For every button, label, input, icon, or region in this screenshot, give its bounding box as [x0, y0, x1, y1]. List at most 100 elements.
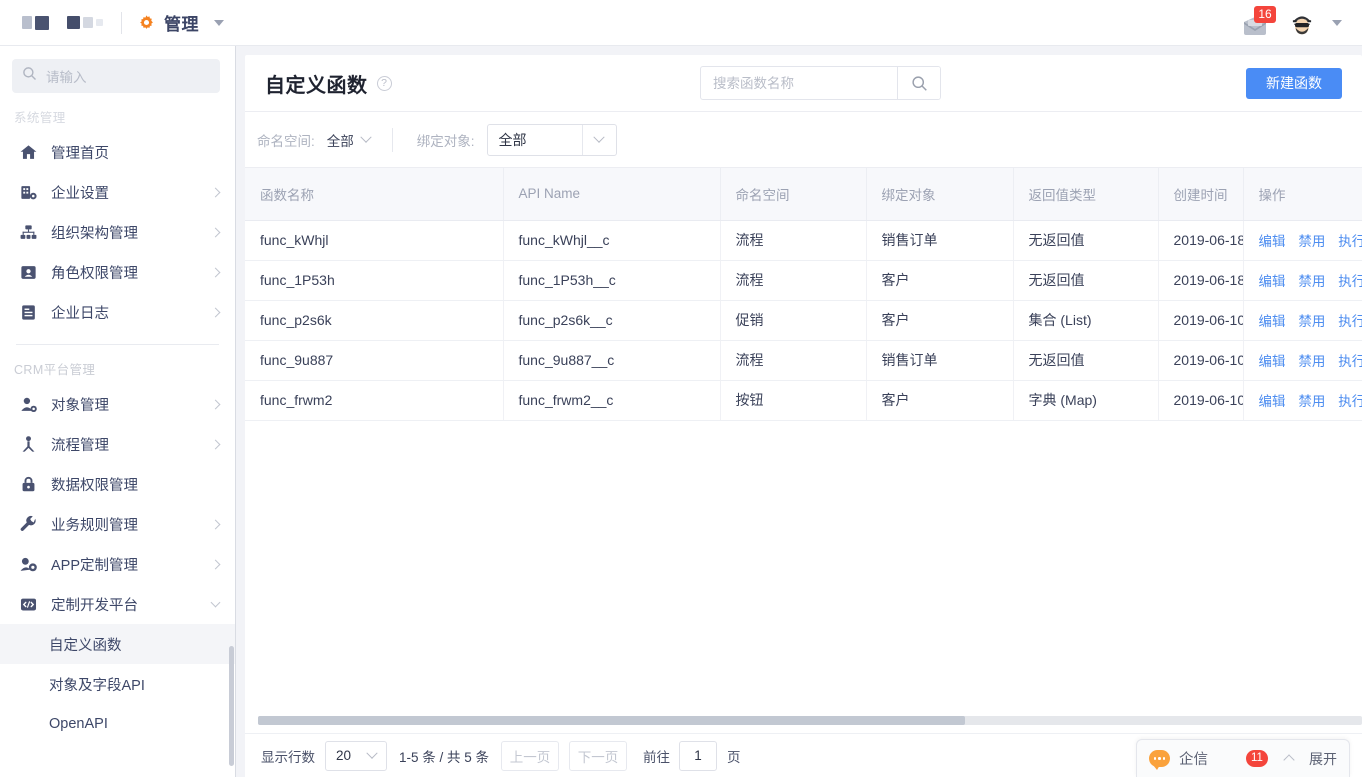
- sidebar-subitem-label: 自定义函数: [49, 637, 122, 654]
- sidebar-item-role-permission[interactable]: 角色权限管理: [0, 252, 235, 292]
- cell-return-type: 集合 (List): [1013, 300, 1159, 341]
- sidebar-search[interactable]: 请输入: [12, 59, 220, 93]
- sidebar-item-admin-home[interactable]: 管理首页: [0, 132, 235, 172]
- table-row[interactable]: func_1P53h func_1P53h__c 流程 客户 无返回值 2019…: [245, 260, 1362, 301]
- chevron-down-icon[interactable]: [1332, 19, 1342, 26]
- sidebar-item-label: 定制开发平台: [51, 597, 138, 614]
- sidebar-item-label: 企业日志: [51, 305, 109, 322]
- function-search[interactable]: [700, 66, 941, 100]
- edit-link[interactable]: 编辑: [1259, 354, 1286, 369]
- disable-link[interactable]: 禁用: [1298, 314, 1325, 329]
- chat-bubble-icon: [1149, 750, 1170, 770]
- sidebar-item-object-field-api[interactable]: 对象及字段API: [0, 664, 235, 704]
- flow-person-icon: [19, 435, 38, 454]
- sidebar-item-label: 业务规则管理: [51, 517, 138, 534]
- execution-list-link[interactable]: 执行列表: [1338, 394, 1362, 409]
- column-header-namespace[interactable]: 命名空间: [720, 168, 867, 221]
- sidebar-item-enterprise-log[interactable]: 企业日志: [0, 292, 235, 332]
- execution-list-link[interactable]: 执行列表: [1338, 234, 1362, 249]
- sidebar-scrollbar[interactable]: [229, 646, 234, 766]
- column-header-return-type[interactable]: 返回值类型: [1013, 168, 1159, 221]
- disable-link[interactable]: 禁用: [1298, 394, 1325, 409]
- edit-link[interactable]: 编辑: [1259, 234, 1286, 249]
- main-content: 自定义函数 ? 新建函数 命名空间: 全部: [236, 46, 1362, 777]
- column-header-operations[interactable]: 操作: [1243, 168, 1362, 221]
- company-logo-redacted: [22, 13, 103, 33]
- next-page-button[interactable]: 下一页: [569, 740, 628, 771]
- chat-expand-label[interactable]: 展开: [1309, 749, 1337, 769]
- sidebar-item-custom-dev-platform[interactable]: 定制开发平台: [0, 584, 235, 624]
- disable-link[interactable]: 禁用: [1298, 274, 1325, 289]
- cell-bind-object: 客户: [866, 260, 1014, 301]
- column-header-api[interactable]: API Name: [503, 168, 721, 221]
- filter-bind-object-dropdown[interactable]: 全部: [486, 123, 617, 156]
- edit-link[interactable]: 编辑: [1259, 274, 1286, 289]
- prev-page-button[interactable]: 上一页: [501, 740, 560, 771]
- cell-namespace: 促销: [720, 300, 867, 341]
- notification-badge: 16: [1254, 5, 1276, 23]
- search-input[interactable]: [701, 67, 897, 99]
- column-header-name[interactable]: 函数名称: [245, 168, 504, 221]
- edit-link[interactable]: 编辑: [1259, 314, 1286, 329]
- wrench-icon: [19, 515, 38, 534]
- notification-button[interactable]: 16: [1240, 5, 1276, 38]
- filter-bar: 命名空间: 全部 绑定对象: 全部: [245, 112, 1362, 168]
- cell-return-type: 无返回值: [1013, 220, 1159, 261]
- sidebar-item-data-permission[interactable]: 数据权限管理: [0, 464, 235, 504]
- edit-link[interactable]: 编辑: [1259, 394, 1286, 409]
- cell-created: 2019-06-10 1: [1158, 340, 1244, 381]
- execution-list-link[interactable]: 执行列表: [1338, 354, 1362, 369]
- cell-created: 2019-06-10 1: [1158, 300, 1244, 341]
- sidebar-item-custom-function[interactable]: 自定义函数: [0, 624, 235, 664]
- cell-created: 2019-06-18 2: [1158, 260, 1244, 301]
- chevron-down-icon: [366, 747, 378, 759]
- new-function-button[interactable]: 新建函数: [1246, 67, 1342, 99]
- lock-icon: [19, 475, 38, 494]
- search-button[interactable]: [897, 67, 940, 99]
- admin-menu[interactable]: 管理: [138, 10, 224, 35]
- chevron-down-icon[interactable]: [214, 19, 224, 26]
- sidebar-item-openapi[interactable]: OpenAPI: [0, 704, 235, 744]
- table-row[interactable]: func_kWhjl func_kWhjl__c 流程 销售订单 无返回值 20…: [245, 220, 1362, 261]
- cell-namespace: 按钮: [720, 380, 867, 421]
- disable-link[interactable]: 禁用: [1298, 354, 1325, 369]
- sidebar-item-object-management[interactable]: 对象管理: [0, 384, 235, 424]
- rows-per-page-select[interactable]: 20: [325, 740, 387, 771]
- cell-bind-object: 客户: [866, 300, 1014, 341]
- disable-link[interactable]: 禁用: [1298, 234, 1325, 249]
- table-row[interactable]: func_p2s6k func_p2s6k__c 促销 客户 集合 (List)…: [245, 300, 1362, 341]
- column-header-bind-object[interactable]: 绑定对象: [866, 168, 1014, 221]
- sidebar-item-org-structure[interactable]: 组织架构管理: [0, 212, 235, 252]
- sidebar-item-flow-management[interactable]: 流程管理: [0, 424, 235, 464]
- table-row[interactable]: func_9u887 func_9u887__c 流程 销售订单 无返回值 20…: [245, 340, 1362, 381]
- sidebar-item-business-rules[interactable]: 业务规则管理: [0, 504, 235, 544]
- filter-namespace-dropdown[interactable]: 全部: [327, 130, 372, 150]
- sidebar-item-app-customization[interactable]: APP定制管理: [0, 544, 235, 584]
- chat-title: 企信: [1179, 752, 1208, 768]
- column-header-created[interactable]: 创建时间: [1158, 168, 1244, 221]
- cell-api: func_9u887__c: [503, 340, 721, 381]
- table-horizontal-scrollbar[interactable]: [258, 716, 1362, 725]
- cell-bind-object: 销售订单: [866, 340, 1014, 381]
- sidebar-item-enterprise-settings[interactable]: 企业设置: [0, 172, 235, 212]
- chevron-up-icon[interactable]: [1283, 754, 1295, 766]
- chat-widget[interactable]: 企信 11 展开: [1136, 739, 1350, 777]
- table-row[interactable]: func_frwm2 func_frwm2__c 按钮 客户 字典 (Map) …: [245, 380, 1362, 421]
- execution-list-link[interactable]: 执行列表: [1338, 274, 1362, 289]
- cell-operations: 编辑 禁用 执行列表: [1243, 260, 1362, 301]
- rows-per-page-label: 显示行数: [261, 749, 315, 765]
- avatar-menu[interactable]: [1288, 8, 1342, 37]
- home-icon: [19, 143, 38, 162]
- execution-list-link[interactable]: 执行列表: [1338, 314, 1362, 329]
- cell-return-type: 无返回值: [1013, 260, 1159, 301]
- logo-block[interactable]: 管理: [0, 10, 224, 35]
- chevron-right-icon: [210, 559, 221, 569]
- goto-label: 前往: [643, 749, 671, 765]
- chevron-right-icon: [210, 307, 221, 317]
- user-badge-icon: [19, 263, 38, 282]
- page-number-input[interactable]: [679, 740, 718, 771]
- cell-operations: 编辑 禁用 执行列表: [1243, 220, 1362, 261]
- cell-return-type: 字典 (Map): [1013, 380, 1159, 421]
- chevron-right-icon: [210, 519, 221, 529]
- question-mark-icon[interactable]: ?: [376, 75, 392, 91]
